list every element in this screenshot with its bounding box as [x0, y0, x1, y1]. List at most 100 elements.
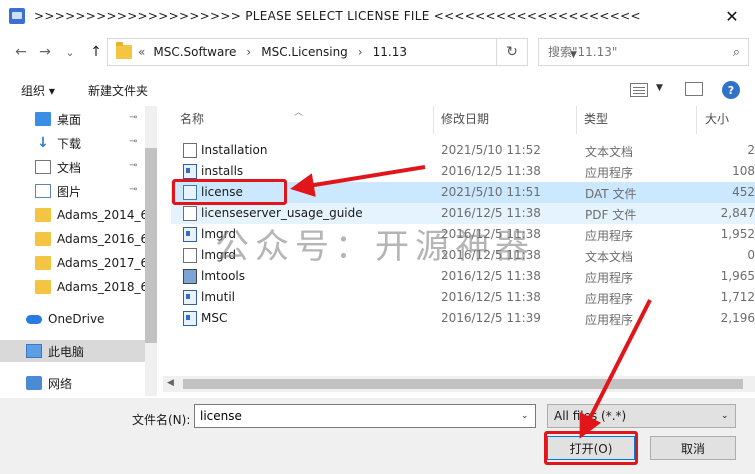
forward-arrow-icon[interactable]: → [35, 42, 55, 62]
search-icon[interactable]: ⌕ [733, 45, 740, 60]
window-title: >>>>>>>>>>>>>>>>>>>> PLEASE SELECT LICEN… [34, 9, 641, 23]
help-icon[interactable]: ? [722, 81, 740, 99]
file-date: 2016/12/5 11:38 [441, 290, 541, 304]
sidebar-item-desktop[interactable]: 桌面 ⊸ [0, 108, 145, 130]
column-header-type[interactable]: 类型 [584, 110, 608, 134]
sidebar-item-pictures[interactable]: 图片 ⊸ [0, 180, 145, 202]
up-arrow-icon[interactable]: ↑ [86, 42, 106, 62]
file-name: lmutil [201, 290, 236, 304]
file-type: 应用程序 [585, 229, 634, 243]
horizontal-scrollbar[interactable]: ◀ [163, 376, 755, 392]
file-name: MSC [201, 311, 228, 325]
sidebar-item-label: 图片 [57, 184, 82, 199]
sidebar-item-onedrive[interactable]: OneDrive [0, 308, 145, 330]
sidebar-item-label: 网络 [48, 376, 73, 391]
breadcrumb: « MSC.Software › MSC.Licensing › 11.13 [138, 45, 407, 59]
breadcrumb-overflow[interactable]: « [138, 45, 145, 59]
organize-button[interactable]: 组织 ▾ [21, 82, 55, 99]
sidebar-scrollbar-thumb[interactable] [145, 148, 157, 343]
chevron-down-icon[interactable]: ⌄ [721, 411, 729, 421]
sidebar-item-this-pc[interactable]: 此电脑 [0, 340, 145, 362]
highlight-box-open [544, 431, 638, 465]
recent-dropdown-icon[interactable]: ⌄ [60, 42, 80, 62]
folder-icon [116, 42, 132, 59]
column-header-modified[interactable]: 修改日期 [441, 110, 489, 134]
file-row[interactable]: lmtools 2016/12/5 11:38 应用程序 1,965 [171, 266, 755, 287]
column-header-size[interactable]: 大小 [705, 110, 729, 134]
file-row[interactable]: Installation 2021/5/10 11:52 文本文档 2 [171, 140, 755, 161]
sidebar-item-adams-2018[interactable]: Adams_2018_6 [0, 276, 149, 298]
sidebar-item-label: Adams_2016_6 [57, 232, 149, 246]
file-size: 0 [747, 248, 755, 262]
search-input[interactable] [548, 45, 708, 59]
title-bar: >>>>>>>>>>>>>>>>>>>> PLEASE SELECT LICEN… [0, 0, 755, 32]
chevron-down-icon[interactable]: ⌄ [521, 411, 529, 421]
breadcrumb-item-msc-software[interactable]: MSC.Software [153, 45, 236, 59]
command-toolbar: 组织 ▾ 新建文件夹 ▼ ? [0, 76, 755, 104]
close-button[interactable]: ✕ [709, 0, 755, 32]
file-row[interactable]: MSC 2016/12/5 11:39 应用程序 2,196 [171, 308, 755, 329]
back-arrow-icon[interactable]: ← [11, 42, 31, 62]
sidebar-item-adams-2016[interactable]: Adams_2016_6 [0, 228, 149, 250]
file-type: 应用程序 [585, 313, 634, 327]
file-type: 应用程序 [585, 292, 634, 306]
settings-app-icon [183, 269, 197, 284]
filename-input[interactable] [194, 404, 536, 428]
file-name: licenseserver_usage_guide [201, 206, 363, 220]
sidebar-item-documents[interactable]: 文档 ⊸ [0, 156, 145, 178]
file-type: 文本文档 [585, 145, 634, 159]
network-icon [26, 376, 42, 390]
application-icon [183, 164, 197, 179]
file-type: 文本文档 [585, 250, 634, 264]
application-icon [183, 290, 197, 305]
file-name: Installation [201, 143, 268, 157]
sidebar-item-label: 此电脑 [48, 344, 85, 359]
column-divider[interactable] [696, 106, 697, 134]
watermark-text: 公众号：开源神器 [215, 227, 535, 267]
preview-pane-icon[interactable] [685, 82, 703, 96]
file-date: 2016/12/5 11:38 [441, 164, 541, 178]
pin-icon: ⊸ [129, 184, 138, 195]
column-divider[interactable] [576, 106, 577, 134]
sidebar-item-downloads[interactable]: ↓ 下载 ⊸ [0, 132, 145, 154]
column-header-name[interactable]: 名称 [180, 110, 204, 134]
sidebar-item-label: Adams_2014_6 [57, 208, 149, 222]
breadcrumb-item-version[interactable]: 11.13 [373, 45, 407, 59]
filename-label: 文件名(N): [132, 413, 191, 427]
new-folder-button[interactable]: 新建文件夹 [88, 82, 148, 99]
sidebar-item-label: 下载 [57, 136, 82, 151]
file-size: 2 [747, 143, 755, 157]
sort-up-icon: ︿ [294, 108, 304, 118]
chevron-down-icon[interactable]: ▼ [656, 83, 663, 93]
file-size: 1,965 [720, 269, 755, 283]
sidebar-item-adams-2014[interactable]: Adams_2014_6 [0, 204, 149, 226]
desktop-icon [35, 112, 51, 126]
file-type-filter[interactable]: All files (*.*) ⌄ [547, 404, 736, 428]
details-view-icon[interactable] [630, 83, 648, 97]
cancel-button[interactable]: 取消 [650, 436, 736, 460]
refresh-button[interactable]: ↻ [496, 38, 528, 66]
horizontal-scrollbar-thumb[interactable] [183, 379, 743, 389]
folder-icon [35, 208, 51, 222]
breadcrumb-item-msc-licensing[interactable]: MSC.Licensing [261, 45, 348, 59]
search-box[interactable]: ⌕ [538, 38, 749, 66]
file-row[interactable]: lmutil 2016/12/5 11:38 应用程序 1,712 [171, 287, 755, 308]
sidebar-item-adams-2017[interactable]: Adams_2017_6 [0, 252, 149, 274]
file-size: 2,196 [720, 311, 755, 325]
folder-icon [35, 232, 51, 246]
navigation-pane: 桌面 ⊸ ↓ 下载 ⊸ 文档 ⊸ 图片 ⊸ Adams_2014_6 Adams… [0, 106, 158, 396]
scroll-left-icon[interactable]: ◀ [167, 378, 174, 388]
column-divider[interactable] [433, 106, 434, 134]
highlight-box-license [172, 179, 287, 205]
sidebar-item-network[interactable]: 网络 [0, 372, 145, 394]
chevron-right-icon: › [246, 45, 252, 59]
sidebar-item-label: Adams_2017_6 [57, 256, 149, 270]
view-options[interactable]: ▼ [628, 81, 668, 99]
file-date: 2016/12/5 11:38 [441, 206, 541, 220]
address-bar[interactable]: « MSC.Software › MSC.Licensing › 11.13 ▼ [107, 38, 577, 66]
file-date: 2021/5/10 11:52 [441, 143, 541, 157]
sidebar-item-label: Adams_2018_6 [57, 280, 149, 294]
file-type: PDF 文件 [585, 208, 637, 222]
onedrive-icon [26, 314, 42, 324]
file-date: 2021/5/10 11:51 [441, 185, 541, 199]
